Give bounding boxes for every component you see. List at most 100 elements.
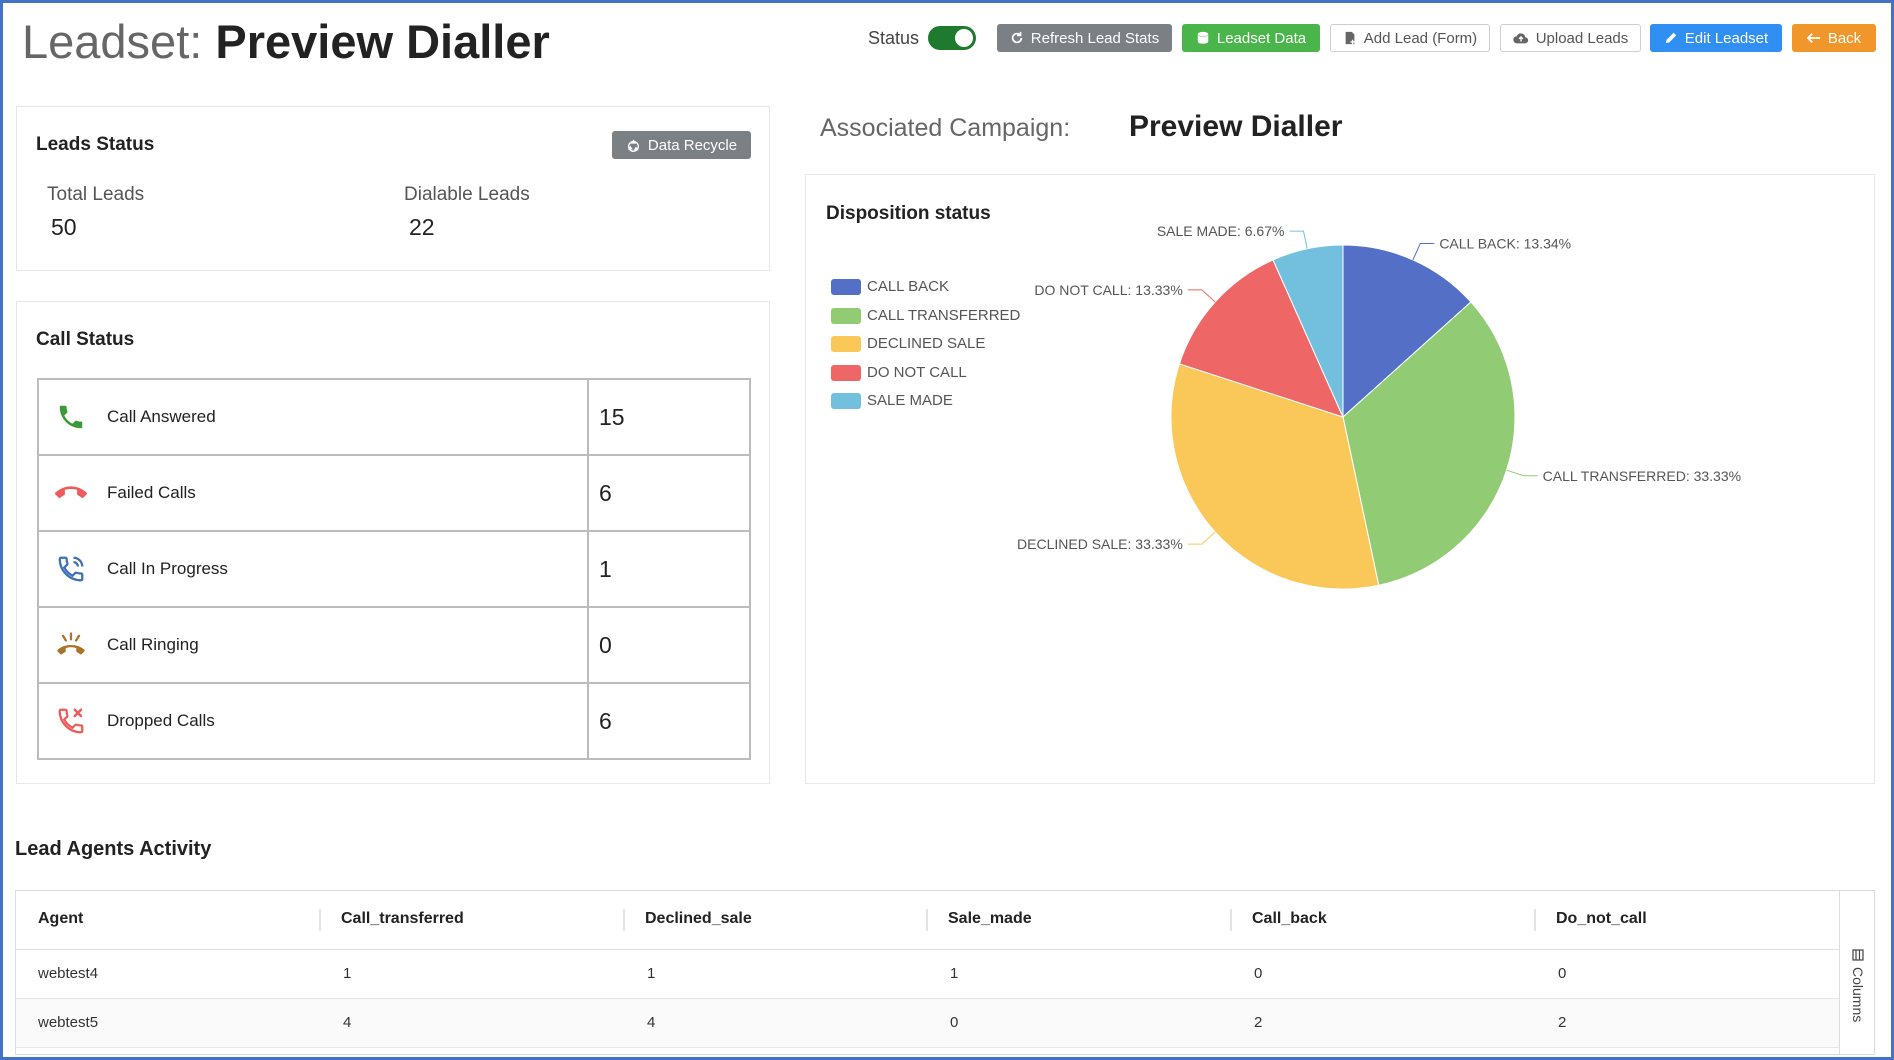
refresh-label: Refresh Lead Stats [1030,29,1160,47]
column-header-do-not-call[interactable]: Do_not_call [1556,910,1647,928]
call-status-label: Dropped Calls [107,711,215,730]
call-status-title: Call Status [36,329,135,350]
add-lead-button[interactable]: Add Lead (Form) [1330,24,1490,52]
column-separator[interactable] [623,909,625,931]
column-header-agent[interactable]: Agent [38,910,83,928]
pie-label-line [1412,242,1435,261]
phone-hangup-icon [55,477,87,509]
grid-header: Agent Call_transferred Declined_sale Sal… [16,891,1839,950]
pencil-icon [1665,32,1677,44]
call-status-name-cell: Call In Progress [37,530,589,608]
back-label: Back [1827,29,1862,47]
total-leads-label: Total Leads [47,184,145,205]
declined-sale-cell: 1 [647,965,656,982]
call-status-name-cell: Call Answered [37,378,589,456]
leads-status-panel: Leads Status Data Recycle Total Leads 50… [16,106,770,271]
column-separator[interactable] [1534,909,1536,931]
recycle-icon [627,138,639,152]
phone-in-progress-icon [55,553,87,585]
pie-label-line [1187,289,1216,303]
title-prefix: Leadset: [22,15,203,68]
lead-agents-grid: Agent Call_transferred Declined_sale Sal… [15,890,1875,1055]
table-row[interactable]: webtest4 1 1 1 0 0 [16,950,1839,999]
refresh-icon [1011,31,1023,44]
column-header-sale-made[interactable]: Sale_made [948,910,1032,928]
upload-leads-label: Upload Leads [1535,29,1629,47]
edit-leadset-button[interactable]: Edit Leadset [1650,24,1782,52]
call-status-table: Call Answered 15 Failed Calls 6 Call In … [37,378,751,760]
declined-sale-cell: 4 [647,1014,656,1031]
sale-made-cell: 0 [950,1014,959,1031]
call-status-value: 15 [587,378,751,456]
column-header-declined-sale[interactable]: Declined_sale [645,910,752,928]
call-back-cell: 0 [1254,965,1263,982]
page-title: Leadset: Preview Dialler [22,14,550,70]
pie-label-line [1289,230,1308,249]
arrow-left-icon [1806,33,1820,43]
column-separator[interactable] [319,909,321,931]
dialable-leads-label: Dialable Leads [404,184,530,205]
columns-tab-label: Columns [1850,967,1866,1023]
add-lead-label: Add Lead (Form) [1363,29,1478,47]
column-separator[interactable] [1230,909,1232,931]
leads-status-title: Leads Status [36,134,155,155]
total-leads-value: 50 [51,214,77,240]
phone-answered-icon [55,401,87,433]
call-status-label: Failed Calls [107,483,196,502]
pie-data-label: DO NOT CALL: 13.33% [1034,282,1182,298]
data-recycle-button[interactable]: Data Recycle [612,131,751,159]
phone-ringing-icon [55,629,87,661]
column-header-call-back[interactable]: Call_back [1252,910,1327,928]
pie-data-label: DECLINED SALE: 33.33% [1017,536,1183,552]
call-status-value: 0 [587,606,751,684]
pie-data-label: CALL TRANSFERRED: 33.33% [1543,468,1741,484]
call-status-label: Call Answered [107,407,216,426]
call-transferred-cell: 1 [343,965,352,982]
disposition-pie-chart: CALL BACK: 13.34% CALL TRANSFERRED: 33.33… [1017,223,1741,590]
do-not-call-cell: 2 [1558,1014,1567,1031]
toggle-knob [955,29,973,47]
leadset-data-label: Leadset Data [1216,29,1307,47]
call-status-name-cell: Dropped Calls [37,682,589,760]
refresh-lead-stats-button[interactable]: Refresh Lead Stats [997,24,1172,52]
call-transferred-cell: 4 [343,1014,352,1031]
status-label: Status [868,28,920,48]
call-status-value: 6 [587,454,751,532]
call-status-value: 6 [587,682,751,760]
columns-panel-tab[interactable]: Columns [1839,891,1874,1054]
pie-data-label: SALE MADE: 6.67% [1157,223,1285,239]
call-status-label: Call Ringing [107,635,199,654]
column-header-call-transferred[interactable]: Call_transferred [341,910,464,928]
data-recycle-label: Data Recycle [647,136,738,154]
column-separator[interactable] [926,909,928,931]
call-status-panel: Call Status Call Answered 15 Failed Call… [16,301,770,784]
columns-icon [1852,949,1864,961]
table-row[interactable]: webtest5 4 4 0 2 2 [16,999,1839,1048]
upload-leads-button[interactable]: Upload Leads [1500,24,1641,52]
leadset-data-button[interactable]: Leadset Data [1182,24,1320,52]
call-status-name-cell: Call Ringing [37,606,589,684]
call-back-cell: 2 [1254,1014,1263,1031]
status-toggle[interactable] [928,26,976,50]
call-status-row: Dropped Calls 6 [37,682,751,760]
agent-cell: webtest4 [38,965,99,982]
pie-data-label: CALL BACK: 13.34% [1439,235,1571,251]
call-status-value: 1 [587,530,751,608]
back-button[interactable]: Back [1792,24,1876,52]
database-icon [1197,31,1209,44]
call-status-row: Call Ringing 0 [37,606,751,684]
agent-cell: webtest5 [38,1014,99,1031]
sale-made-cell: 1 [950,965,959,982]
leadset-name: Preview Dialler [215,15,550,68]
call-status-row: Call In Progress 1 [37,530,751,608]
associated-campaign-name: Preview Dialler [1129,110,1343,143]
add-document-icon [1345,31,1355,45]
pie-label-line [1506,469,1538,477]
call-status-name-cell: Failed Calls [37,454,589,532]
call-status-label: Call In Progress [107,559,228,578]
phone-dropped-icon [55,705,87,737]
do-not-call-cell: 0 [1558,965,1567,982]
associated-campaign-label: Associated Campaign: [820,114,1071,142]
disposition-status-panel: Disposition status CALL BACK CALL TRANSF… [805,174,1875,784]
pie-label-line [1187,531,1216,545]
